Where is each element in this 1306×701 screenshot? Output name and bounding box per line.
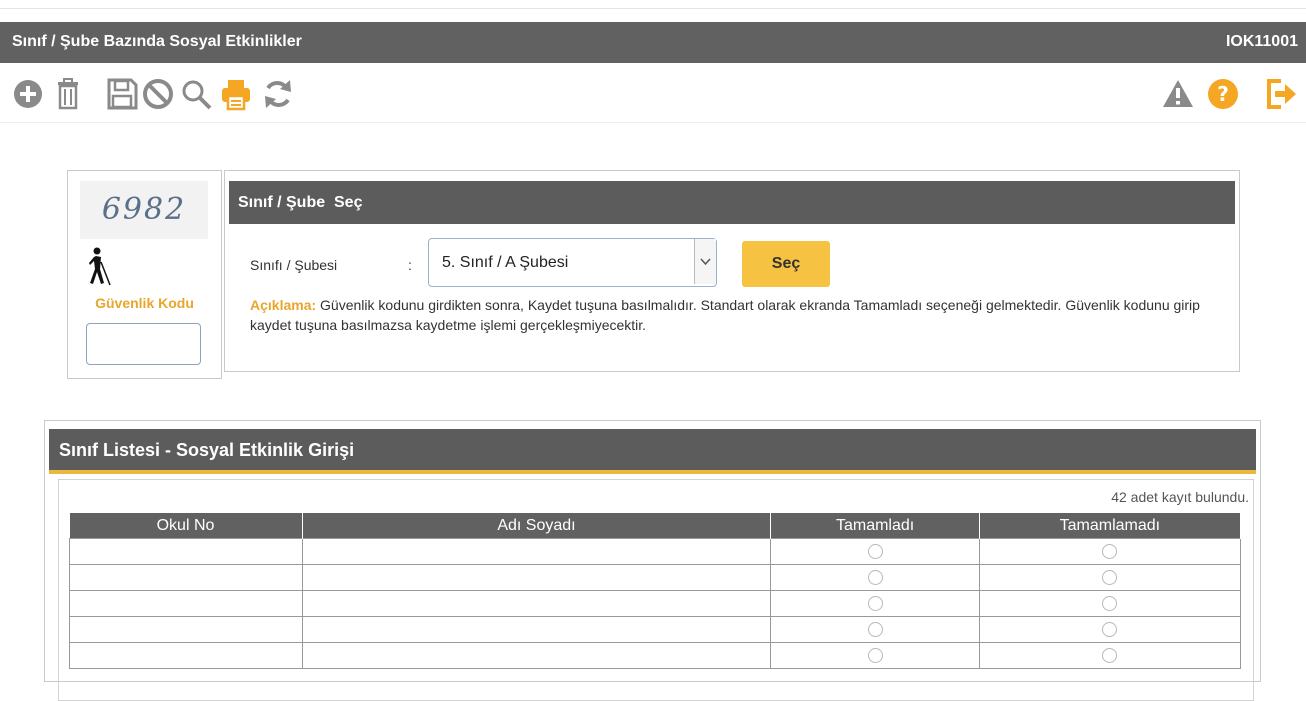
search-icon[interactable] — [178, 76, 214, 112]
field-colon: : — [408, 257, 412, 273]
save-icon[interactable] — [104, 76, 140, 112]
tamamladi-radio[interactable] — [867, 569, 883, 585]
help-icon[interactable]: ? — [1205, 76, 1241, 112]
warning-icon[interactable] — [1160, 76, 1196, 112]
column-header-tamamladi[interactable]: Tamamladı — [770, 513, 980, 539]
cancel-icon[interactable] — [140, 76, 176, 112]
delete-icon[interactable] — [50, 76, 86, 112]
tamamladi-radio[interactable] — [867, 543, 883, 559]
column-header-tamamlamadi[interactable]: Tamamlamadı — [979, 513, 1242, 539]
screen-code: IOK11001 — [1225, 33, 1298, 50]
top-border — [0, 0, 1306, 9]
okul-no-cell — [69, 564, 303, 591]
toolbar: ? — [0, 64, 1306, 123]
description-text: Güvenlik kodunu girdikten sonra, Kaydet … — [250, 297, 1200, 333]
exit-icon[interactable] — [1263, 76, 1299, 112]
tamamlamadi-radio[interactable] — [1102, 647, 1118, 663]
add-icon[interactable] — [10, 76, 46, 112]
okul-no-cell — [69, 642, 303, 669]
table-row — [69, 538, 1242, 565]
tamamlamadi-radio[interactable] — [1102, 543, 1118, 559]
class-list-panel: Sınıf Listesi - Sosyal Etkinlik Girişi 4… — [44, 420, 1261, 701]
description-note: Açıklama: Güvenlik kodunu girdikten sonr… — [250, 295, 1210, 335]
tamamladi-radio[interactable] — [867, 647, 883, 663]
class-select-header: Sınıf / Şube Seç — [229, 181, 1235, 224]
tamamladi-radio[interactable] — [867, 595, 883, 611]
adi-soyadi-cell — [301, 616, 772, 643]
description-label: Açıklama: — [250, 297, 317, 313]
adi-soyadi-cell — [301, 538, 772, 565]
class-list-title: Sınıf Listesi - Sosyal Etkinlik Girişi — [59, 440, 355, 460]
tamamlamadi-radio[interactable] — [1102, 595, 1118, 611]
page-title: Sınıf / Şube Bazında Sosyal Etkinlikler — [12, 33, 302, 50]
table-row — [69, 616, 1242, 643]
column-header-okul-no[interactable]: Okul No — [69, 513, 303, 539]
tamamladi-radio[interactable] — [867, 621, 883, 637]
tamamlamadi-radio[interactable] — [1102, 621, 1118, 637]
security-code-input[interactable] — [86, 323, 201, 365]
adi-soyadi-cell — [301, 564, 772, 591]
table-row — [69, 590, 1242, 617]
security-code-label: Güvenlik Kodu — [95, 295, 194, 311]
refresh-icon[interactable] — [260, 76, 296, 112]
okul-no-cell — [69, 590, 303, 617]
adi-soyadi-cell — [301, 642, 772, 669]
class-list-body: 42 adet kayıt bulundu. Okul No Adı Soyad… — [58, 479, 1254, 701]
dropdown-arrow[interactable] — [694, 239, 716, 284]
table-row — [69, 564, 1242, 591]
tamamlamadi-radio[interactable] — [1102, 569, 1118, 585]
chevron-down-icon — [700, 258, 711, 266]
student-table: Okul No Adı Soyadı Tamamladı Tamamlamadı — [69, 513, 1242, 669]
captcha-image: 6982 — [80, 181, 208, 239]
record-count: 42 adet kayıt bulundu. — [1111, 489, 1249, 505]
class-select-dropdown[interactable]: 5. Sınıf / A Şubesi — [428, 238, 717, 287]
okul-no-cell — [69, 538, 303, 565]
select-button[interactable]: Seç — [742, 241, 830, 287]
okul-no-cell — [69, 616, 303, 643]
column-header-adi-soyadi[interactable]: Adı Soyadı — [302, 513, 772, 539]
class-list-header: Sınıf Listesi - Sosyal Etkinlik Girişi — [49, 429, 1256, 474]
security-code-box: 6982 Güvenlik Kodu — [67, 170, 222, 379]
accessibility-walker-icon[interactable] — [88, 247, 112, 287]
adi-soyadi-cell — [301, 590, 772, 617]
class-select-title: Sınıf / Şube Seç — [238, 194, 363, 211]
class-field-label: Sınıfı / Şubesi — [250, 257, 338, 273]
svg-text:?: ? — [1217, 82, 1229, 106]
class-select-value: 5. Sınıf / A Şubesi — [442, 254, 569, 271]
title-bar: Sınıf / Şube Bazında Sosyal Etkinlikler … — [0, 22, 1306, 63]
class-select-panel: Sınıf / Şube Seç Sınıfı / Şubesi : 5. Sı… — [224, 170, 1240, 372]
print-icon[interactable] — [218, 76, 254, 112]
table-row — [69, 642, 1242, 669]
